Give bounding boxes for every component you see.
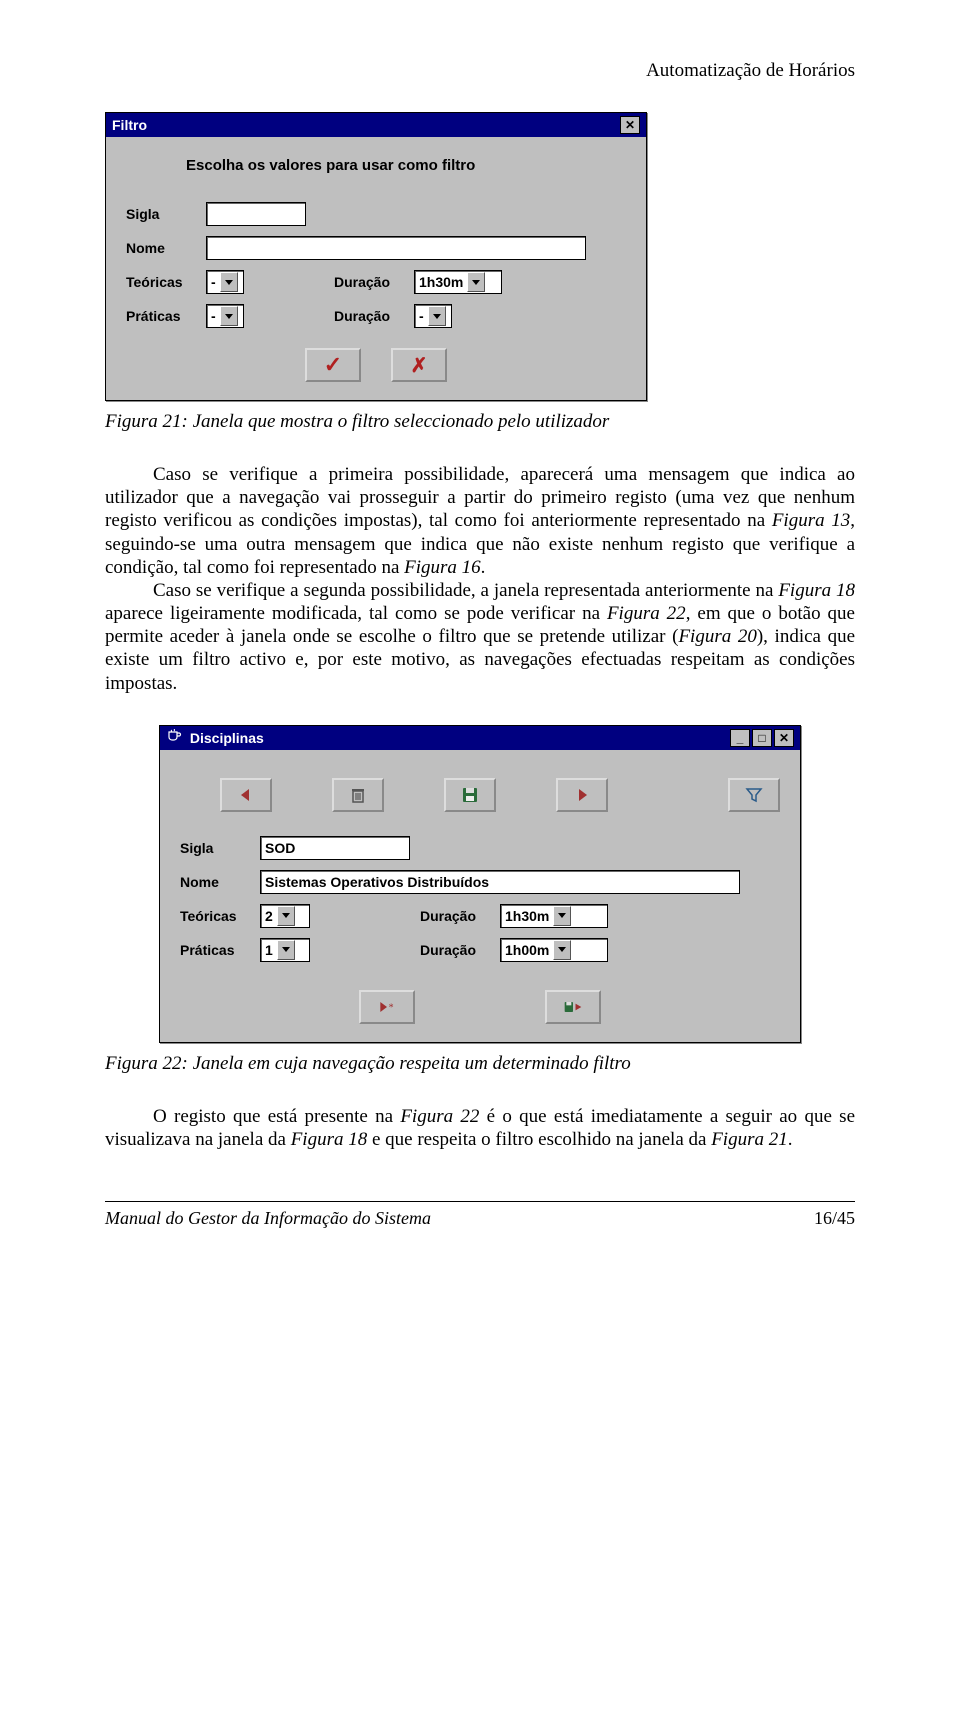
close-icon[interactable]: ✕ <box>774 729 794 747</box>
duracao-praticas-value: - <box>419 308 424 324</box>
sigla-input2[interactable]: SOD <box>260 836 410 860</box>
filter-button[interactable] <box>728 778 780 812</box>
save-button[interactable] <box>444 778 496 812</box>
label-nome: Nome <box>126 240 196 256</box>
new-next-button[interactable]: * <box>359 990 415 1024</box>
chevron-down-icon[interactable] <box>553 906 571 926</box>
delete-button[interactable] <box>332 778 384 812</box>
page-footer: Manual do Gestor da Informação do Sistem… <box>105 1201 855 1229</box>
close-icon[interactable]: ✕ <box>620 116 640 134</box>
disciplinas-dialog: Disciplinas _ □ ✕ <box>159 725 801 1043</box>
page-header: Automatização de Horários <box>105 60 855 82</box>
duracao-praticas-value2: 1h00m <box>505 942 549 958</box>
chevron-down-icon[interactable] <box>220 306 238 326</box>
body-paragraph-1: Caso se verifique a primeira possibilida… <box>105 463 855 695</box>
body-paragraph-3: O registo que está presente na Figura 22… <box>105 1105 855 1151</box>
chevron-down-icon[interactable] <box>277 940 295 960</box>
java-cup-icon <box>166 729 182 743</box>
label-duracao-p: Duração <box>334 308 404 324</box>
duracao-praticas-select[interactable]: - <box>414 304 452 328</box>
chevron-down-icon[interactable] <box>428 306 446 326</box>
disciplinas-title: Disciplinas <box>190 730 264 746</box>
figure21-caption: Figura 21: Janela que mostra o filtro se… <box>105 411 855 433</box>
label-duracao-t: Duração <box>334 274 404 290</box>
duracao-teoricas-value2: 1h30m <box>505 908 549 924</box>
footer-left: Manual do Gestor da Informação do Sistem… <box>105 1208 431 1229</box>
teoricas-value: - <box>211 274 216 290</box>
teoricas-value2: 2 <box>265 908 273 924</box>
x-icon: ✗ <box>411 353 428 378</box>
filter-titlebar: Filtro ✕ <box>106 113 646 137</box>
praticas-select[interactable]: - <box>206 304 244 328</box>
label-teoricas2: Teóricas <box>180 908 250 924</box>
minimize-icon[interactable]: _ <box>730 729 750 747</box>
floppy-arrow-icon <box>563 997 583 1017</box>
nome-input2[interactable]: Sistemas Operativos Distribuídos <box>260 870 740 894</box>
duracao-teoricas-select[interactable]: 1h30m <box>414 270 502 294</box>
cancel-button[interactable]: ✗ <box>391 348 447 382</box>
label-nome2: Nome <box>180 874 250 890</box>
arrow-left-icon <box>236 785 256 805</box>
funnel-icon <box>744 785 764 805</box>
chevron-down-icon[interactable] <box>553 940 571 960</box>
label-sigla2: Sigla <box>180 840 250 856</box>
sigla-input[interactable] <box>206 202 306 226</box>
label-teoricas: Teóricas <box>126 274 196 290</box>
figure22-caption: Figura 22: Janela em cuja navegação resp… <box>105 1053 855 1075</box>
label-duracao-t2: Duração <box>420 908 490 924</box>
duracao-teoricas-value: 1h30m <box>419 274 463 290</box>
svg-text:*: * <box>389 1002 394 1013</box>
footer-right: 16/45 <box>814 1208 855 1229</box>
filter-title: Filtro <box>112 117 147 133</box>
chevron-down-icon[interactable] <box>220 272 238 292</box>
trash-icon <box>348 785 368 805</box>
praticas-value: - <box>211 308 216 324</box>
nome-input[interactable] <box>206 236 586 260</box>
duracao-teoricas-select2[interactable]: 1h30m <box>500 904 608 928</box>
praticas-value2: 1 <box>265 942 273 958</box>
arrow-right-icon <box>572 785 592 805</box>
label-sigla: Sigla <box>126 206 196 222</box>
confirm-button[interactable]: ✓ <box>305 348 361 382</box>
arrow-right-star-icon: * <box>377 997 397 1017</box>
label-praticas: Práticas <box>126 308 196 324</box>
label-duracao-p2: Duração <box>420 942 490 958</box>
disciplinas-titlebar: Disciplinas _ □ ✕ <box>160 726 800 750</box>
label-praticas2: Práticas <box>180 942 250 958</box>
filter-instruction: Escolha os valores para usar como filtro <box>186 157 626 174</box>
chevron-down-icon[interactable] <box>277 906 295 926</box>
prev-button[interactable] <box>220 778 272 812</box>
duracao-praticas-select2[interactable]: 1h00m <box>500 938 608 962</box>
chevron-down-icon[interactable] <box>467 272 485 292</box>
filter-dialog: Filtro ✕ Escolha os valores para usar co… <box>105 112 647 401</box>
next-button[interactable] <box>556 778 608 812</box>
praticas-select2[interactable]: 1 <box>260 938 310 962</box>
save-next-button[interactable] <box>545 990 601 1024</box>
check-icon: ✓ <box>324 352 342 378</box>
floppy-icon <box>460 785 480 805</box>
teoricas-select[interactable]: - <box>206 270 244 294</box>
teoricas-select2[interactable]: 2 <box>260 904 310 928</box>
maximize-icon[interactable]: □ <box>752 729 772 747</box>
